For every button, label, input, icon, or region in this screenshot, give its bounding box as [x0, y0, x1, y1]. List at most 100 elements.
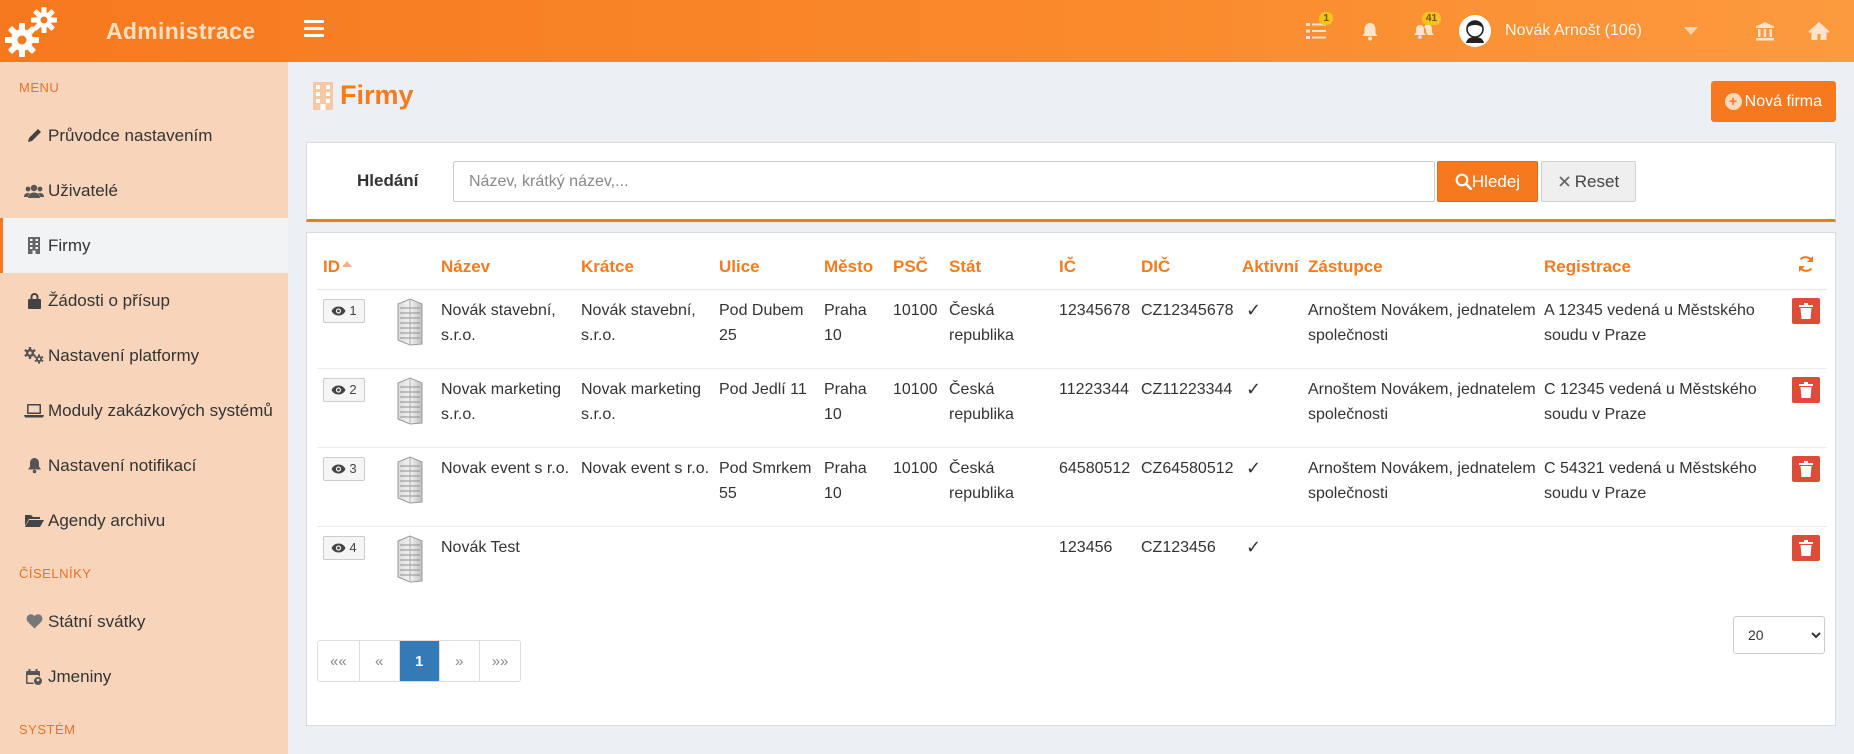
- delete-button[interactable]: [1791, 534, 1820, 561]
- calendar-user-icon: [24, 668, 44, 686]
- eye-icon: [331, 464, 346, 473]
- sidebar-item-label: Průvodce nastavením: [48, 125, 213, 145]
- sidebar-item-label: Moduly zakázkových systémů: [48, 400, 273, 420]
- sidebar-item-agendy[interactable]: Agendy archivu: [0, 493, 288, 548]
- column-header-id[interactable]: ID: [317, 245, 377, 290]
- sidebar-item-jmeniny[interactable]: Jmeniny: [0, 649, 288, 704]
- column-header-ulice[interactable]: Ulice: [713, 245, 818, 290]
- pencil-icon: [24, 127, 44, 145]
- row-id: 2: [349, 382, 357, 397]
- institution-button[interactable]: [1738, 0, 1792, 62]
- column-header-nazev[interactable]: Název: [435, 245, 575, 290]
- page-first-button[interactable]: ««: [318, 641, 360, 681]
- cell-actions: [1778, 289, 1827, 369]
- cell-kratce: Novák stavební, s.r.o.: [575, 289, 713, 369]
- search-button-label: Hledej: [1471, 171, 1521, 191]
- home-button[interactable]: [1792, 0, 1846, 62]
- sidebar-section-ciselniky: ČÍSELNÍKY: [19, 566, 92, 581]
- page-current-button[interactable]: 1: [399, 641, 440, 681]
- sidebar-item-statni-svatky[interactable]: Státní svátky: [0, 594, 288, 649]
- avatar: [1459, 15, 1492, 47]
- plus-circle-icon: +: [1724, 93, 1742, 110]
- cell-registrace: C 12345 vedená u Městského soudu v Praze: [1538, 368, 1778, 448]
- page-last-button[interactable]: »»: [480, 641, 521, 681]
- column-header-zastupce[interactable]: Zástupce: [1302, 245, 1538, 290]
- companies-table-panel: ID Název Krátce Ulice Město PSČ Stát IČ …: [306, 232, 1836, 726]
- cell-zastupce: Arnoštem Novákem, jednatelem společnosti: [1302, 368, 1538, 448]
- sidebar-item-label: Nastavení platformy: [48, 345, 200, 365]
- sidebar: MENU Průvodce nastavením Uživatelé Firmy…: [0, 62, 288, 754]
- eye-icon: [331, 306, 346, 315]
- page-title: Firmy: [312, 80, 414, 111]
- page-prev-button[interactable]: «: [360, 641, 400, 681]
- search-label: Hledání: [357, 171, 419, 190]
- trash-icon: [1798, 539, 1813, 556]
- companies-table: ID Název Krátce Ulice Město PSČ Stát IČ …: [317, 245, 1827, 605]
- home-icon: [1808, 22, 1830, 40]
- cell-nazev: Novák stavební, s.r.o.: [435, 289, 575, 369]
- column-header-dic[interactable]: DIČ: [1135, 245, 1236, 290]
- cell-image: [377, 368, 435, 448]
- cell-registrace: [1538, 526, 1778, 605]
- view-button[interactable]: 1: [323, 298, 365, 323]
- sidebar-section-system: SYSTÉM: [19, 722, 76, 737]
- cell-kratce: [575, 526, 713, 605]
- column-header-registrace[interactable]: Registrace: [1538, 245, 1778, 290]
- messages-badge: 41: [1421, 12, 1442, 25]
- cell-mesto: Praha 10: [818, 289, 887, 369]
- cell-ulice: [713, 526, 818, 605]
- refresh-button[interactable]: [1778, 245, 1827, 290]
- sidebar-item-nastaveni-platformy[interactable]: Nastavení platformy: [0, 328, 288, 383]
- view-button[interactable]: 3: [323, 456, 365, 481]
- column-header-kratce[interactable]: Krátce: [575, 245, 713, 290]
- column-header-stat[interactable]: Stát: [943, 245, 1053, 290]
- cell-aktivni: ✓: [1236, 289, 1302, 369]
- gears-logo-icon: [5, 7, 57, 57]
- cell-psc: [887, 526, 943, 605]
- user-name: Novák Arnošt (106): [1505, 22, 1642, 39]
- cell-registrace: A 12345 vedená u Městského soudu v Praze: [1538, 289, 1778, 369]
- search-input[interactable]: [453, 161, 1435, 202]
- tasks-button[interactable]: 1: [1289, 0, 1343, 62]
- sidebar-item-notifikace[interactable]: Nastavení notifikací: [0, 438, 288, 493]
- new-company-button[interactable]: + Nová firma: [1710, 81, 1836, 122]
- delete-button[interactable]: [1791, 376, 1820, 403]
- column-header-ic[interactable]: IČ: [1053, 245, 1135, 290]
- sidebar-toggle-icon[interactable]: [304, 20, 324, 38]
- sidebar-item-pruvodce[interactable]: Průvodce nastavením: [0, 108, 288, 163]
- row-id: 4: [349, 540, 357, 555]
- cell-zastupce: [1302, 526, 1538, 605]
- lock-icon: [24, 292, 44, 310]
- cell-ic: 11223344: [1053, 368, 1135, 448]
- cell-registrace: C 54321 vedená u Městského soudu v Praze: [1538, 447, 1778, 527]
- notifications-button[interactable]: [1343, 0, 1397, 62]
- institution-icon: [1756, 22, 1774, 41]
- column-header-mesto[interactable]: Město: [818, 245, 887, 290]
- cell-image: [377, 289, 435, 369]
- view-button[interactable]: 2: [323, 377, 365, 402]
- column-header-psc[interactable]: PSČ: [887, 245, 943, 290]
- user-menu[interactable]: Novák Arnošt (106): [1459, 0, 1738, 62]
- brand[interactable]: Administrace: [0, 0, 288, 62]
- sidebar-item-firmy[interactable]: Firmy: [0, 218, 288, 273]
- page-size-select[interactable]: 20: [1733, 616, 1825, 654]
- sidebar-item-label: Firmy: [48, 235, 91, 255]
- reset-button[interactable]: Reset: [1541, 161, 1636, 202]
- bell-icon: [24, 457, 44, 475]
- sidebar-item-uzivatele[interactable]: Uživatelé: [0, 163, 288, 218]
- search-button[interactable]: Hledej: [1437, 161, 1538, 202]
- cell-kratce: Novak marketing s.r.o.: [575, 368, 713, 448]
- page-next-button[interactable]: »: [440, 641, 480, 681]
- chevron-down-icon[interactable]: [1684, 27, 1698, 35]
- messages-button[interactable]: 41: [1397, 0, 1451, 62]
- cell-mesto: Praha 10: [818, 368, 887, 448]
- sidebar-item-moduly[interactable]: Moduly zakázkových systémů: [0, 383, 288, 438]
- sidebar-item-zadosti[interactable]: Žádosti o přísup: [0, 273, 288, 328]
- delete-button[interactable]: [1791, 297, 1820, 324]
- column-header-aktivni[interactable]: Aktivní: [1236, 245, 1302, 290]
- delete-button[interactable]: [1791, 455, 1820, 482]
- app-title: Administrace: [106, 18, 256, 44]
- cell-actions: [1778, 447, 1827, 527]
- view-button[interactable]: 4: [323, 535, 365, 560]
- building-icon: [313, 81, 333, 110]
